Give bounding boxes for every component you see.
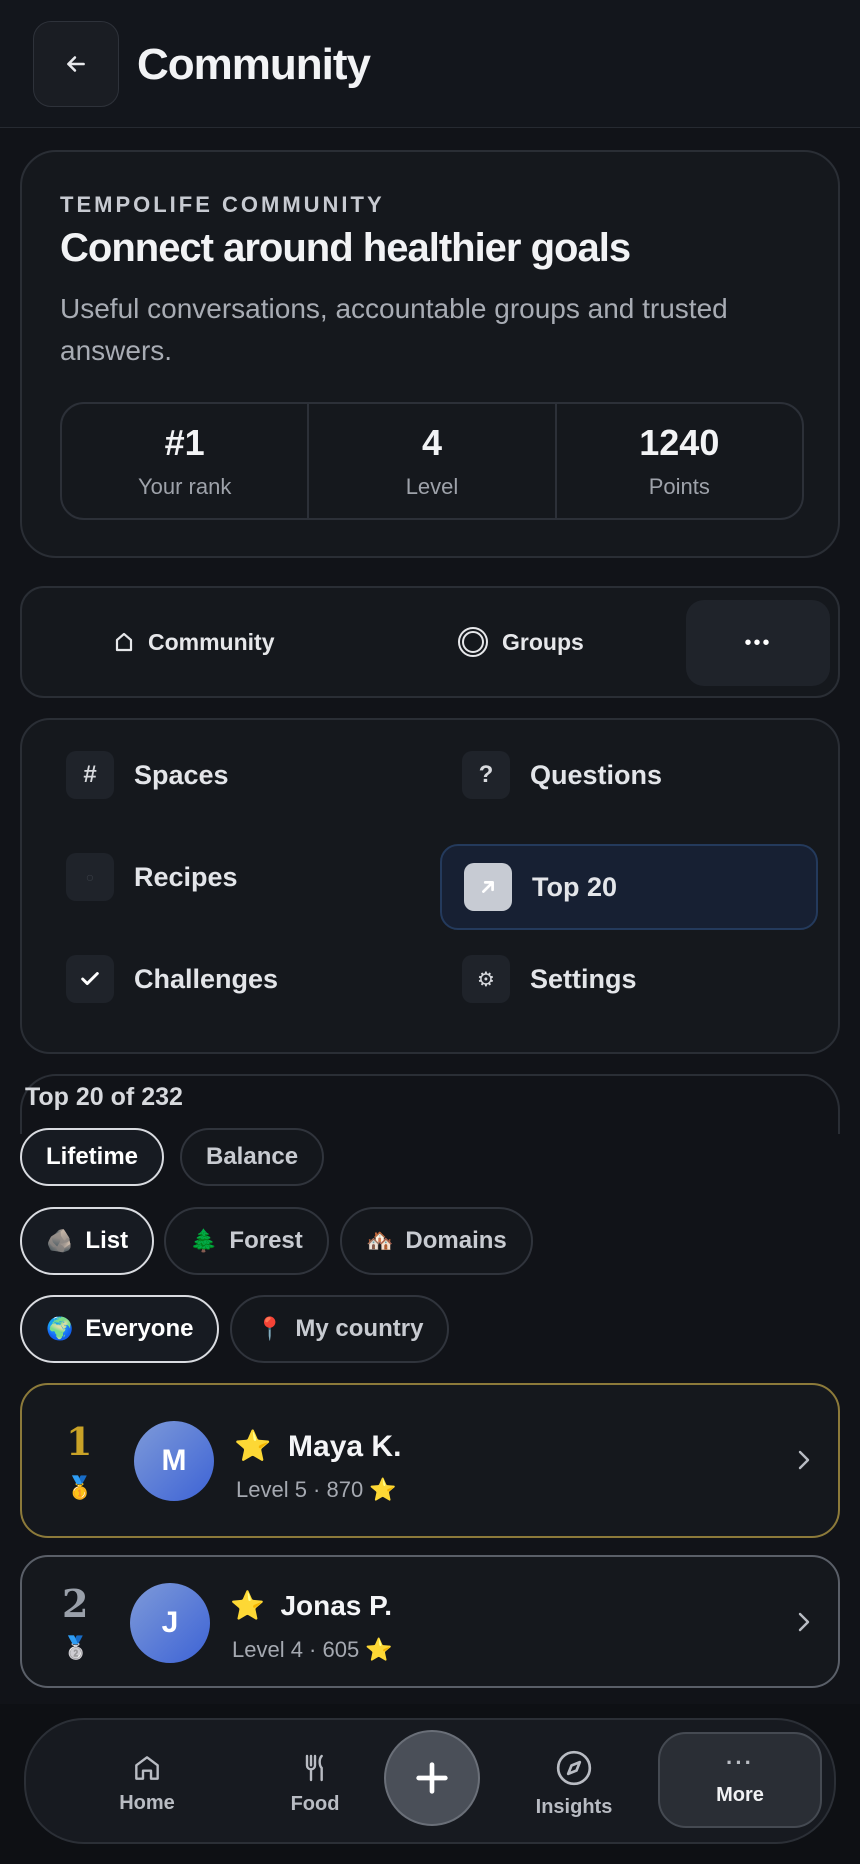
star-icon: ⭐ bbox=[234, 1430, 272, 1463]
chip-label: Forest bbox=[229, 1227, 303, 1254]
compass-icon bbox=[556, 1750, 592, 1785]
chip-label: Domains bbox=[405, 1227, 507, 1254]
menu-item-top20[interactable]: Top 20 bbox=[440, 844, 818, 930]
menu-item-challenges[interactable]: Challenges bbox=[66, 938, 278, 1020]
chip-everyone[interactable]: 🌍 Everyone bbox=[20, 1295, 220, 1363]
menu-item-recipes[interactable]: ○ Recipes bbox=[66, 836, 238, 918]
user-meta: Level 5 · 870 ⭐ bbox=[236, 1477, 397, 1502]
hash-icon: # bbox=[66, 751, 114, 799]
user-name: ⭐ Maya K. bbox=[234, 1429, 401, 1464]
home-icon bbox=[115, 632, 133, 652]
chip-forest-view[interactable]: 🌲 Forest bbox=[164, 1207, 329, 1275]
chip-lifetime[interactable]: Lifetime bbox=[20, 1128, 165, 1186]
stat-value: 1240 bbox=[639, 422, 720, 463]
menu-label: Recipes bbox=[134, 861, 238, 892]
menu-item-questions[interactable]: ? Questions bbox=[462, 734, 662, 816]
menu-label: Challenges bbox=[134, 963, 279, 994]
rank-number: 1 bbox=[66, 1419, 93, 1464]
question-icon: ? bbox=[462, 751, 510, 799]
chip-label: List bbox=[85, 1227, 129, 1254]
tab-label: Community bbox=[148, 628, 275, 655]
tab-label: Groups bbox=[502, 628, 584, 655]
tab-community[interactable]: Community bbox=[112, 588, 275, 696]
arrow-left-icon bbox=[67, 56, 85, 72]
leaderboard-row[interactable]: 2 🥈 J ⭐ Jonas P. Level 4 · 605 ⭐ bbox=[20, 1555, 840, 1688]
plus-icon bbox=[416, 1762, 448, 1794]
chip-balance[interactable]: Balance bbox=[180, 1128, 325, 1186]
menu-label: Top 20 bbox=[532, 871, 618, 902]
app-header: Community bbox=[0, 0, 860, 128]
utensils-icon bbox=[305, 1754, 323, 1781]
menu-item-settings[interactable]: ⚙ Settings bbox=[462, 938, 637, 1020]
nav-food[interactable]: Food bbox=[250, 1720, 380, 1846]
community-hero-card: TEMPOLIFE COMMUNITY Connect around healt… bbox=[20, 150, 840, 558]
groups-circle-icon bbox=[458, 627, 488, 657]
nav-more[interactable]: ··· More bbox=[658, 1732, 822, 1828]
user-name-text: Jonas P. bbox=[280, 1590, 392, 1621]
chip-label: Balance bbox=[206, 1143, 299, 1170]
page-title: Community bbox=[137, 40, 371, 89]
menu-label: Spaces bbox=[134, 759, 229, 790]
stat-label: Your rank bbox=[137, 474, 232, 499]
houses-icon: 🏘️ bbox=[366, 1228, 394, 1253]
nav-label: Home bbox=[119, 1791, 175, 1814]
chip-label: Everyone bbox=[85, 1315, 194, 1342]
add-button[interactable] bbox=[384, 1730, 480, 1826]
nav-label: Food bbox=[290, 1792, 340, 1815]
chip-domains-view[interactable]: 🏘️ Domains bbox=[340, 1207, 533, 1275]
chip-list-view[interactable]: 🪨 List bbox=[20, 1207, 155, 1275]
menu-item-spaces[interactable]: # Spaces bbox=[66, 734, 229, 816]
chevron-right-icon bbox=[798, 1612, 810, 1632]
stat-label: Points bbox=[648, 474, 710, 499]
home-icon bbox=[135, 1755, 159, 1780]
nav-label: More bbox=[716, 1783, 764, 1806]
arrow-up-right-icon bbox=[464, 863, 512, 911]
menu-label: Questions bbox=[530, 759, 663, 790]
more-dots-icon: ••• bbox=[744, 631, 772, 654]
avatar: J bbox=[130, 1583, 210, 1663]
hero-subtitle: Useful conversations, accountable groups… bbox=[60, 293, 728, 366]
community-tabs: Community Groups ••• bbox=[20, 586, 840, 698]
recipe-icon: ○ bbox=[66, 853, 114, 901]
user-meta: Level 4 · 605 ⭐ bbox=[232, 1637, 393, 1662]
stat-level: 4 Level bbox=[307, 404, 554, 518]
stat-value: 4 bbox=[421, 422, 442, 463]
rock-icon: 🪨 bbox=[46, 1228, 74, 1253]
leaderboard-title: Top 20 of 232 bbox=[25, 1083, 183, 1111]
chip-label: Lifetime bbox=[46, 1143, 139, 1170]
leaderboard-row[interactable]: 1 🥇 M ⭐ Maya K. Level 5 · 870 ⭐ bbox=[20, 1383, 840, 1538]
check-icon bbox=[66, 955, 114, 1003]
tree-icon: 🌲 bbox=[190, 1228, 218, 1253]
stat-label: Level bbox=[405, 474, 459, 499]
avatar: M bbox=[134, 1421, 214, 1501]
nav-insights[interactable]: Insights bbox=[506, 1720, 642, 1846]
pin-icon: 📍 bbox=[256, 1316, 284, 1341]
silver-medal-icon: 🥈 bbox=[62, 1635, 90, 1660]
globe-icon: 🌍 bbox=[46, 1316, 74, 1341]
user-name: ⭐ Jonas P. bbox=[230, 1589, 392, 1622]
community-menu: # Spaces ? Questions ○ Recipes Top 20 Ch… bbox=[20, 718, 840, 1054]
menu-label: Settings bbox=[530, 963, 637, 994]
chevron-right-icon bbox=[798, 1450, 810, 1470]
nav-home[interactable]: Home bbox=[82, 1720, 212, 1846]
hero-eyebrow: TEMPOLIFE COMMUNITY bbox=[60, 192, 385, 217]
stats-panel: #1 Your rank 4 Level 1240 Points bbox=[60, 402, 804, 520]
bottom-navigation: Home Food Insights ··· More bbox=[24, 1718, 836, 1844]
rank-number: 2 bbox=[62, 1581, 89, 1626]
stat-points: 1240 Points bbox=[554, 404, 802, 518]
stat-rank: #1 Your rank bbox=[62, 404, 307, 518]
user-name-text: Maya K. bbox=[288, 1430, 402, 1463]
tab-groups[interactable]: Groups bbox=[456, 588, 584, 696]
chip-label: My country bbox=[295, 1315, 424, 1342]
hero-title: Connect around healthier goals bbox=[60, 226, 631, 270]
chip-my-country[interactable]: 📍 My country bbox=[230, 1295, 450, 1363]
stat-value: #1 bbox=[164, 422, 205, 463]
gear-icon: ⚙ bbox=[462, 955, 510, 1003]
gold-medal-icon: 🥇 bbox=[66, 1475, 94, 1500]
back-button[interactable] bbox=[33, 21, 119, 107]
star-icon: ⭐ bbox=[230, 1590, 265, 1621]
more-dots-icon: ··· bbox=[726, 1749, 754, 1775]
nav-label: Insights bbox=[535, 1795, 613, 1818]
tab-more-button[interactable]: ••• bbox=[686, 600, 830, 686]
